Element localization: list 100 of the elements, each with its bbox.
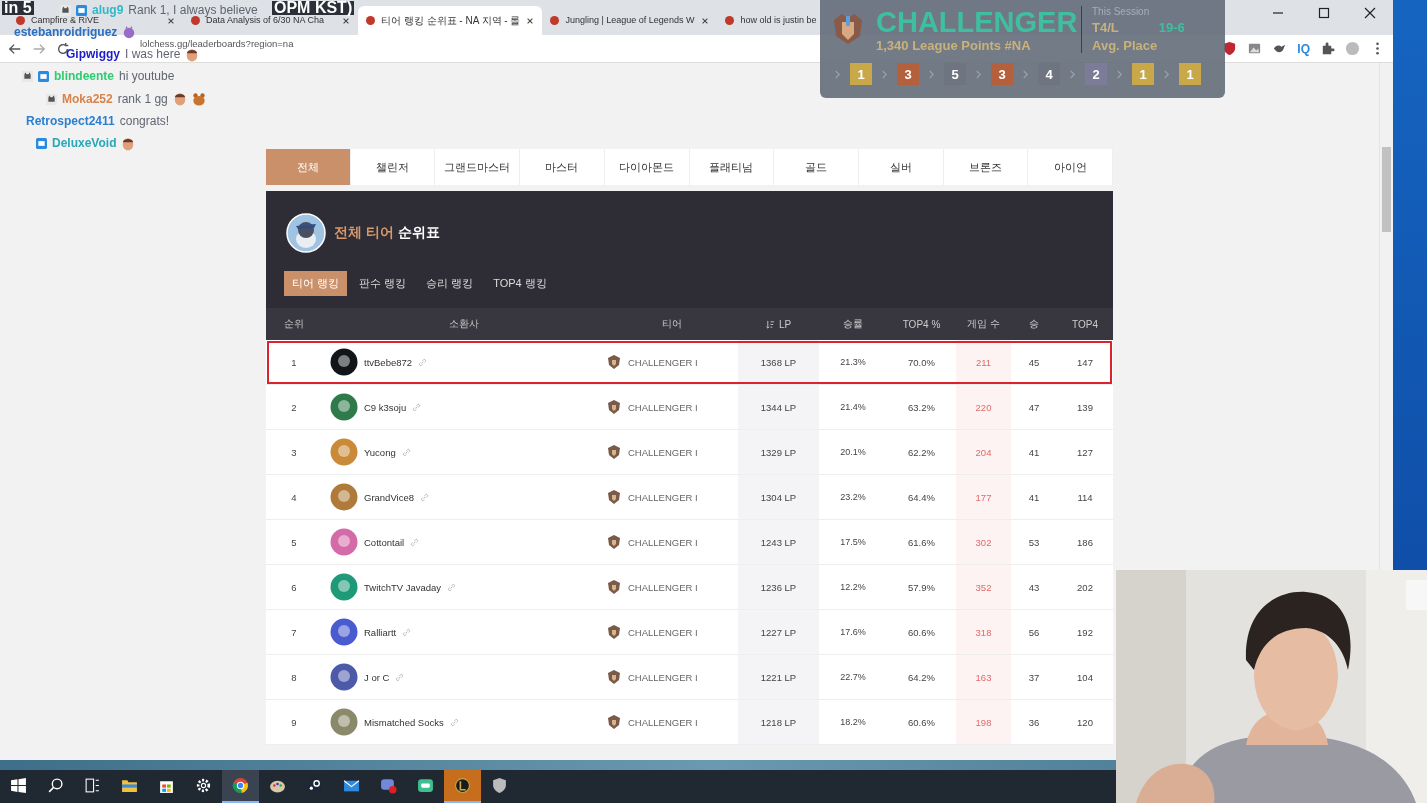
table-cell-text: 18.2%	[839, 716, 867, 729]
table-cell-text: 5	[290, 535, 298, 550]
search-icon[interactable]	[47, 777, 64, 794]
chat-username[interactable]: estebanroidriguez	[14, 26, 118, 38]
maximize-icon[interactable]	[1317, 5, 1331, 20]
table-row[interactable]: 2 C9 k3soju CHALLENGER I 1344 LP 21.4% 63.2% 220 47 139	[266, 385, 1113, 430]
face-emote-icon	[172, 92, 187, 106]
table-cell-text: 23.2%	[839, 491, 867, 504]
summoner-name[interactable]: Ralliartt	[364, 626, 397, 638]
ranking-tab[interactable]: 승리 랭킹	[418, 271, 482, 296]
summoner-name[interactable]: Yucong	[364, 446, 396, 458]
bear-emote-icon	[191, 92, 206, 106]
table-cell-text: 57.9%	[907, 580, 936, 595]
column-header: 게임 수	[966, 317, 1001, 331]
tier-tab[interactable]: 아이언	[1028, 149, 1114, 185]
taskbar-button[interactable]	[222, 770, 259, 803]
tier-tab[interactable]: 그랜드마스터	[435, 149, 521, 185]
summoner-name[interactable]: TwitchTV Javaday	[364, 581, 442, 593]
table-cell-text: 56	[1027, 625, 1041, 640]
table-row[interactable]: 8 J or C CHALLENGER I 1221 LP 22.7% 64.2% 163 37 104	[266, 655, 1113, 700]
table-cell-text: 114	[1076, 490, 1094, 505]
chat-username[interactable]: Gipwiggy	[66, 49, 120, 60]
mail-icon[interactable]	[343, 777, 360, 794]
browser-tab[interactable]: Campfire & RiVE	[16, 16, 175, 25]
sort-icon[interactable]	[765, 319, 775, 329]
table-cell-text: 36	[1027, 715, 1041, 730]
site-icon	[16, 16, 25, 25]
tier-tab[interactable]: 챌린저	[350, 149, 436, 185]
summoner-name[interactable]: GrandVice8	[364, 491, 414, 503]
table-row[interactable]: 7 Ralliartt CHALLENGER I 1227 LP 17.6% 60.6% 318 56 192	[266, 610, 1113, 655]
browser-tab[interactable]: Jungling | League of Legends W	[550, 16, 710, 25]
table-cell-text: 41	[1027, 490, 1041, 505]
tier-label: CHALLENGER I	[628, 626, 698, 638]
column-header: 소환사	[448, 317, 480, 331]
tv-badge-icon	[38, 71, 49, 83]
summoner-name[interactable]: C9 k3soju	[364, 401, 407, 413]
table-row[interactable]: 4 GrandVice8 CHALLENGER I 1304 LP 23.2% 64.4% 177 41 114	[266, 475, 1113, 520]
summoner-name[interactable]: Mismatched Socks	[364, 716, 444, 728]
tier-tab[interactable]: 다이아몬드	[604, 149, 690, 185]
tier-label: CHALLENGER I	[628, 491, 698, 503]
image-icon[interactable]	[1247, 41, 1263, 56]
table-cell-text: 20.1%	[839, 446, 867, 459]
tier-tab[interactable]: 브론즈	[943, 149, 1029, 185]
chat-username[interactable]: Retrospect2411	[26, 115, 115, 127]
tier-tab[interactable]: 실버	[858, 149, 944, 185]
chat-app-icon[interactable]	[380, 777, 397, 794]
placement-badge: 3	[991, 63, 1013, 85]
shield-icon[interactable]	[1222, 41, 1238, 56]
extension-label[interactable]: IQ	[1297, 41, 1310, 56]
puzzle-icon[interactable]	[1320, 41, 1335, 56]
chevron-icon	[1163, 69, 1170, 79]
site-icon	[366, 16, 375, 25]
table-cell-text: 60.6%	[907, 625, 936, 640]
tier-tab[interactable]: 마스터	[520, 149, 605, 185]
table-row[interactable]: 6 TwitchTV Javaday CHALLENGER I 1236 LP 12.2% 57.9% 352 43 202	[266, 565, 1113, 610]
table-row[interactable]: 3 Yucong CHALLENGER I 1329 LP 20.1% 62.2% 204 41 127	[266, 430, 1113, 475]
emblem-icon	[606, 714, 622, 730]
browser-icon[interactable]	[232, 777, 249, 794]
ranking-tab[interactable]: 판수 랭킹	[351, 271, 415, 296]
tier-tab[interactable]: 플래티넘	[689, 149, 775, 185]
summoner-name[interactable]: ttvBebe872	[364, 356, 413, 368]
ranking-tab[interactable]: TOP4 랭킹	[485, 271, 555, 296]
column-header: 승률	[842, 317, 864, 331]
tier-label: CHALLENGER I	[628, 536, 698, 548]
taskbar-button[interactable]	[444, 770, 481, 803]
message-icon[interactable]	[417, 777, 434, 794]
table-cell-text: 127	[1076, 445, 1094, 460]
table-cell-text: 12.2%	[839, 581, 867, 594]
browser-tab[interactable]: Data Analysis of 6/30 NA Cha	[191, 16, 350, 25]
placement-badge: 1	[1132, 63, 1154, 85]
avatar-icon	[330, 618, 358, 646]
table-cell: 1329 LP	[738, 430, 819, 474]
close-icon[interactable]	[526, 16, 535, 25]
table-row[interactable]: 9 Mismatched Socks CHALLENGER I 1218 LP 18.2% 60.6% 198 36 120	[266, 700, 1113, 745]
shield-icon[interactable]	[491, 777, 508, 794]
folder-icon[interactable]	[121, 777, 138, 794]
face-emote-icon	[121, 136, 136, 151]
close-icon[interactable]	[167, 16, 175, 25]
tier-tab[interactable]: 골드	[774, 149, 859, 185]
scrollbar-thumb[interactable]	[1382, 147, 1391, 232]
table-cell: 1221 LP	[738, 655, 819, 699]
table-row[interactable]: 5 Cottontail CHALLENGER I 1243 LP 17.5% 61.6% 302 53 186	[266, 520, 1113, 565]
disc-icon[interactable]	[306, 777, 323, 794]
back-icon[interactable]	[8, 41, 22, 56]
column-header[interactable]: LP	[778, 318, 792, 330]
summoner-name[interactable]: J or C	[364, 671, 390, 683]
tv-badge-icon	[36, 138, 47, 149]
task-view-icon[interactable]	[84, 777, 101, 794]
address-field[interactable]: lolchess.gg/leaderboards?region=na	[140, 39, 294, 48]
table-cell-text: 139	[1076, 400, 1094, 415]
windows-icon[interactable]	[10, 777, 27, 794]
table-row[interactable]: 1 ttvBebe872 CHALLENGER I 1368 LP 21.3% 70.0% 211 45 147	[266, 340, 1113, 385]
close-icon[interactable]	[342, 16, 350, 25]
gear-icon[interactable]	[195, 777, 212, 794]
game-icon[interactable]	[454, 777, 471, 794]
emblem-icon	[606, 534, 622, 550]
close-icon[interactable]	[701, 16, 710, 25]
close-icon[interactable]	[1363, 5, 1377, 20]
summoner-name[interactable]: Cottontail	[364, 536, 405, 548]
browser-tab[interactable]: 티어 랭킹 순위표 - NA 지역 - 롤	[358, 6, 543, 35]
